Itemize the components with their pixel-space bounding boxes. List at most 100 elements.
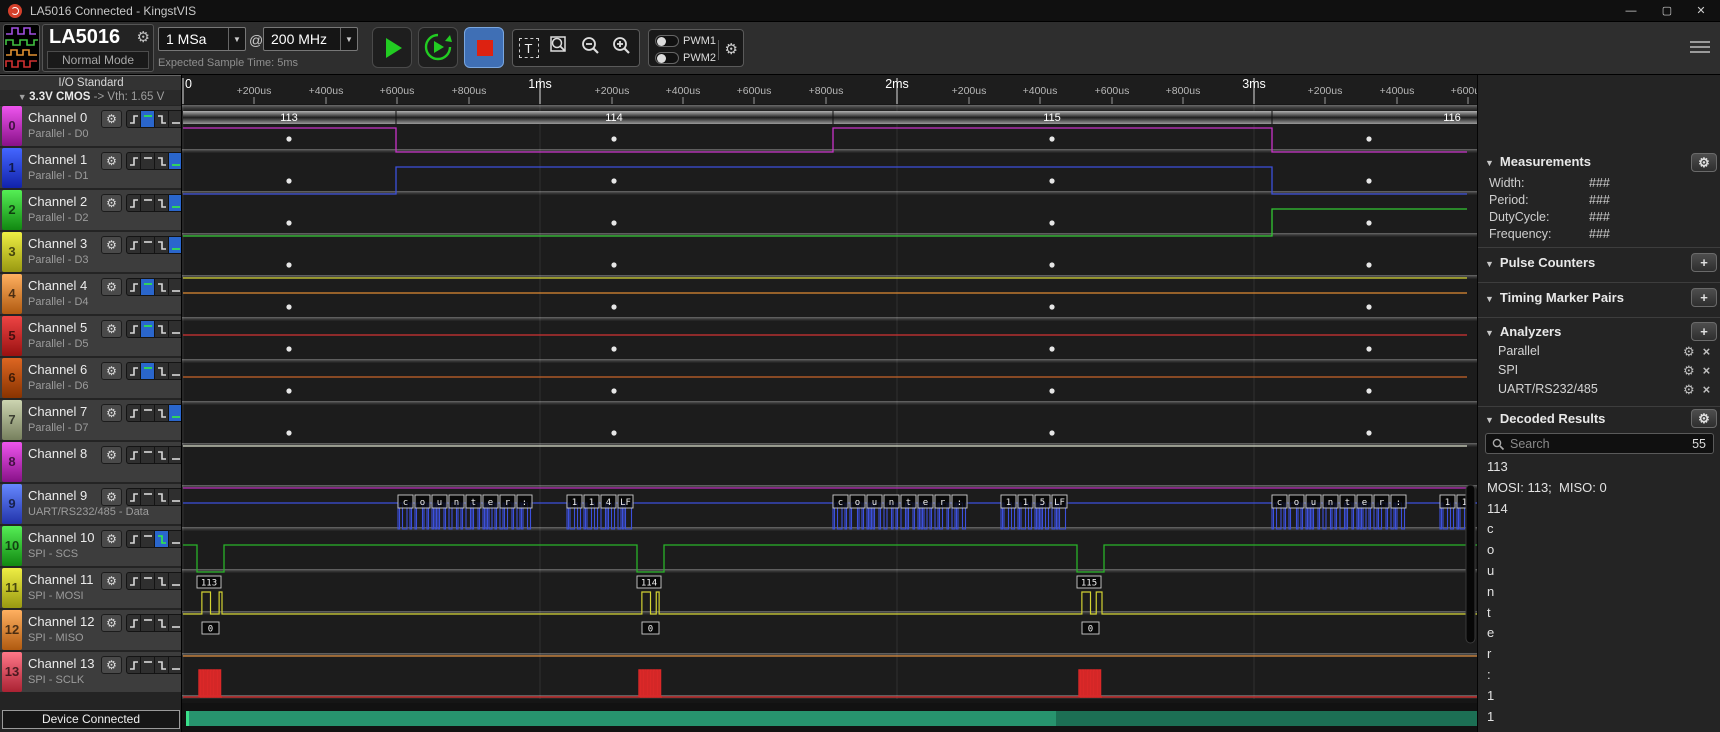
channel-row-6[interactable]: 6 Channel 6 Parallel - D6 ⚙ [0, 358, 181, 398]
pwm1-toggle[interactable]: PWM1 [655, 32, 716, 49]
chevron-down-icon[interactable]: ▼ [228, 28, 245, 50]
channel-name[interactable]: Channel 2 [28, 194, 87, 209]
trigger-falling-edge-icon[interactable] [155, 237, 169, 253]
pulse-counters-header[interactable]: ▼ Pulse Counters [1485, 255, 1595, 270]
decoded-result-row[interactable]: c [1487, 521, 1494, 536]
trigger-low-level-icon[interactable] [169, 237, 181, 253]
trigger-low-level-icon[interactable] [169, 531, 181, 547]
pwm-settings-gear-icon[interactable]: ⚙ [717, 40, 738, 60]
analyzer-remove-icon[interactable]: × [1703, 363, 1711, 378]
trigger-rising-edge-icon[interactable] [127, 111, 141, 127]
trigger-rising-edge-icon[interactable] [127, 279, 141, 295]
channel-settings-gear-icon[interactable]: ⚙ [101, 530, 122, 548]
sample-rate-dropdown[interactable]: 200 MHz ▼ [263, 27, 358, 51]
trigger-falling-edge-icon[interactable] [155, 363, 169, 379]
add-timing-marker-button[interactable]: + [1691, 288, 1717, 307]
channel-name[interactable]: Channel 4 [28, 278, 87, 293]
decoded-result-row[interactable]: u [1487, 563, 1494, 578]
channel-settings-gear-icon[interactable]: ⚙ [101, 488, 122, 506]
channel-settings-gear-icon[interactable]: ⚙ [101, 362, 122, 380]
trigger-falling-edge-icon[interactable] [155, 615, 169, 631]
channel-settings-gear-icon[interactable]: ⚙ [101, 110, 122, 128]
trigger-rising-edge-icon[interactable] [127, 195, 141, 211]
decoded-result-row[interactable]: o [1487, 542, 1494, 557]
menu-hamburger-icon[interactable] [1690, 38, 1710, 56]
stop-button[interactable] [464, 27, 504, 68]
trigger-high-level-icon[interactable] [141, 363, 155, 379]
analyzer-gear-icon[interactable]: ⚙ [1683, 382, 1695, 397]
trigger-low-level-icon[interactable] [169, 447, 181, 463]
analyzers-header[interactable]: ▼ Analyzers [1485, 324, 1561, 339]
decoded-results-gear-icon[interactable]: ⚙ [1691, 409, 1717, 428]
trigger-high-level-icon[interactable] [141, 531, 155, 547]
trigger-low-level-icon[interactable] [169, 111, 181, 127]
device-settings-gear-icon[interactable]: ⚙ [137, 28, 150, 46]
decoded-result-row[interactable]: t [1487, 605, 1491, 620]
channel-row-5[interactable]: 5 Channel 5 Parallel - D5 ⚙ [0, 316, 181, 356]
trigger-rising-edge-icon[interactable] [127, 153, 141, 169]
trigger-rising-edge-icon[interactable] [127, 615, 141, 631]
channel-row-11[interactable]: 11 Channel 11 SPI - MOSI ⚙ [0, 568, 181, 608]
channel-name[interactable]: Channel 0 [28, 110, 87, 125]
channel-row-3[interactable]: 3 Channel 3 Parallel - D3 ⚙ [0, 232, 181, 272]
trigger-rising-edge-icon[interactable] [127, 321, 141, 337]
channel-name[interactable]: Channel 8 [28, 446, 87, 461]
trigger-high-level-icon[interactable] [141, 447, 155, 463]
channel-name[interactable]: Channel 7 [28, 404, 87, 419]
channel-row-10[interactable]: 10 Channel 10 SPI - SCS ⚙ [0, 526, 181, 566]
channel-row-0[interactable]: 0 Channel 0 Parallel - D0 ⚙ [0, 106, 181, 146]
trigger-falling-edge-icon[interactable] [155, 531, 169, 547]
channel-row-4[interactable]: 4 Channel 4 Parallel - D4 ⚙ [0, 274, 181, 314]
trigger-rising-edge-icon[interactable] [127, 657, 141, 673]
zoom-out-button[interactable] [575, 34, 606, 63]
trigger-high-level-icon[interactable] [141, 279, 155, 295]
decoded-result-row[interactable]: r [1487, 646, 1491, 661]
trigger-low-level-icon[interactable] [169, 279, 181, 295]
trigger-rising-edge-icon[interactable] [127, 237, 141, 253]
trigger-low-level-icon[interactable] [169, 363, 181, 379]
zoom-in-button[interactable] [606, 34, 637, 63]
decoded-result-row[interactable]: n [1487, 584, 1494, 599]
add-pulse-counter-button[interactable]: + [1691, 253, 1717, 272]
zoom-window-button[interactable] [544, 34, 575, 63]
trigger-low-level-icon[interactable] [169, 615, 181, 631]
channel-row-1[interactable]: 1 Channel 1 Parallel - D1 ⚙ [0, 148, 181, 188]
trigger-low-level-icon[interactable] [169, 195, 181, 211]
channel-name[interactable]: Channel 9 [28, 488, 87, 503]
overview-scroll-bar[interactable] [182, 703, 1477, 732]
channel-settings-gear-icon[interactable]: ⚙ [101, 404, 122, 422]
trigger-high-level-icon[interactable] [141, 573, 155, 589]
channel-name[interactable]: Channel 13 [28, 656, 95, 671]
sample-count-dropdown[interactable]: 1 MSa ▼ [158, 27, 246, 51]
trigger-low-level-icon[interactable] [169, 573, 181, 589]
io-standard-detail[interactable]: ▼ 3.3V CMOS -> Vth: 1.65 V [0, 90, 181, 105]
io-standard-header[interactable]: I/O Standard [0, 75, 181, 90]
trigger-rising-edge-icon[interactable] [127, 531, 141, 547]
trigger-falling-edge-icon[interactable] [155, 405, 169, 421]
channel-name[interactable]: Channel 12 [28, 614, 95, 629]
trigger-high-level-icon[interactable] [141, 489, 155, 505]
channel-settings-gear-icon[interactable]: ⚙ [101, 194, 122, 212]
trigger-low-level-icon[interactable] [169, 489, 181, 505]
repeat-run-button[interactable] [418, 27, 458, 68]
trigger-high-level-icon[interactable] [141, 405, 155, 421]
channel-settings-gear-icon[interactable]: ⚙ [101, 446, 122, 464]
decoded-result-row[interactable]: 114 [1487, 501, 1508, 516]
trigger-falling-edge-icon[interactable] [155, 447, 169, 463]
channel-name[interactable]: Channel 5 [28, 320, 87, 335]
trigger-high-level-icon[interactable] [141, 153, 155, 169]
trigger-high-level-icon[interactable] [141, 657, 155, 673]
decoded-result-row[interactable]: : [1487, 667, 1491, 682]
channel-row-8[interactable]: 8 Channel 8 ⚙ [0, 442, 181, 482]
channel-name[interactable]: Channel 10 [28, 530, 95, 545]
trigger-falling-edge-icon[interactable] [155, 195, 169, 211]
close-button[interactable]: ✕ [1684, 0, 1718, 22]
channel-row-7[interactable]: 7 Channel 7 Parallel - D7 ⚙ [0, 400, 181, 440]
trigger-high-level-icon[interactable] [141, 111, 155, 127]
analyzer-gear-icon[interactable]: ⚙ [1683, 344, 1695, 359]
maximize-button[interactable]: ▢ [1650, 0, 1684, 22]
analyzer-gear-icon[interactable]: ⚙ [1683, 363, 1695, 378]
channel-name[interactable]: Channel 6 [28, 362, 87, 377]
decoded-result-row[interactable]: 113 [1487, 459, 1508, 474]
decoded-result-row[interactable]: MOSI: 113; MISO: 0 [1487, 480, 1607, 495]
